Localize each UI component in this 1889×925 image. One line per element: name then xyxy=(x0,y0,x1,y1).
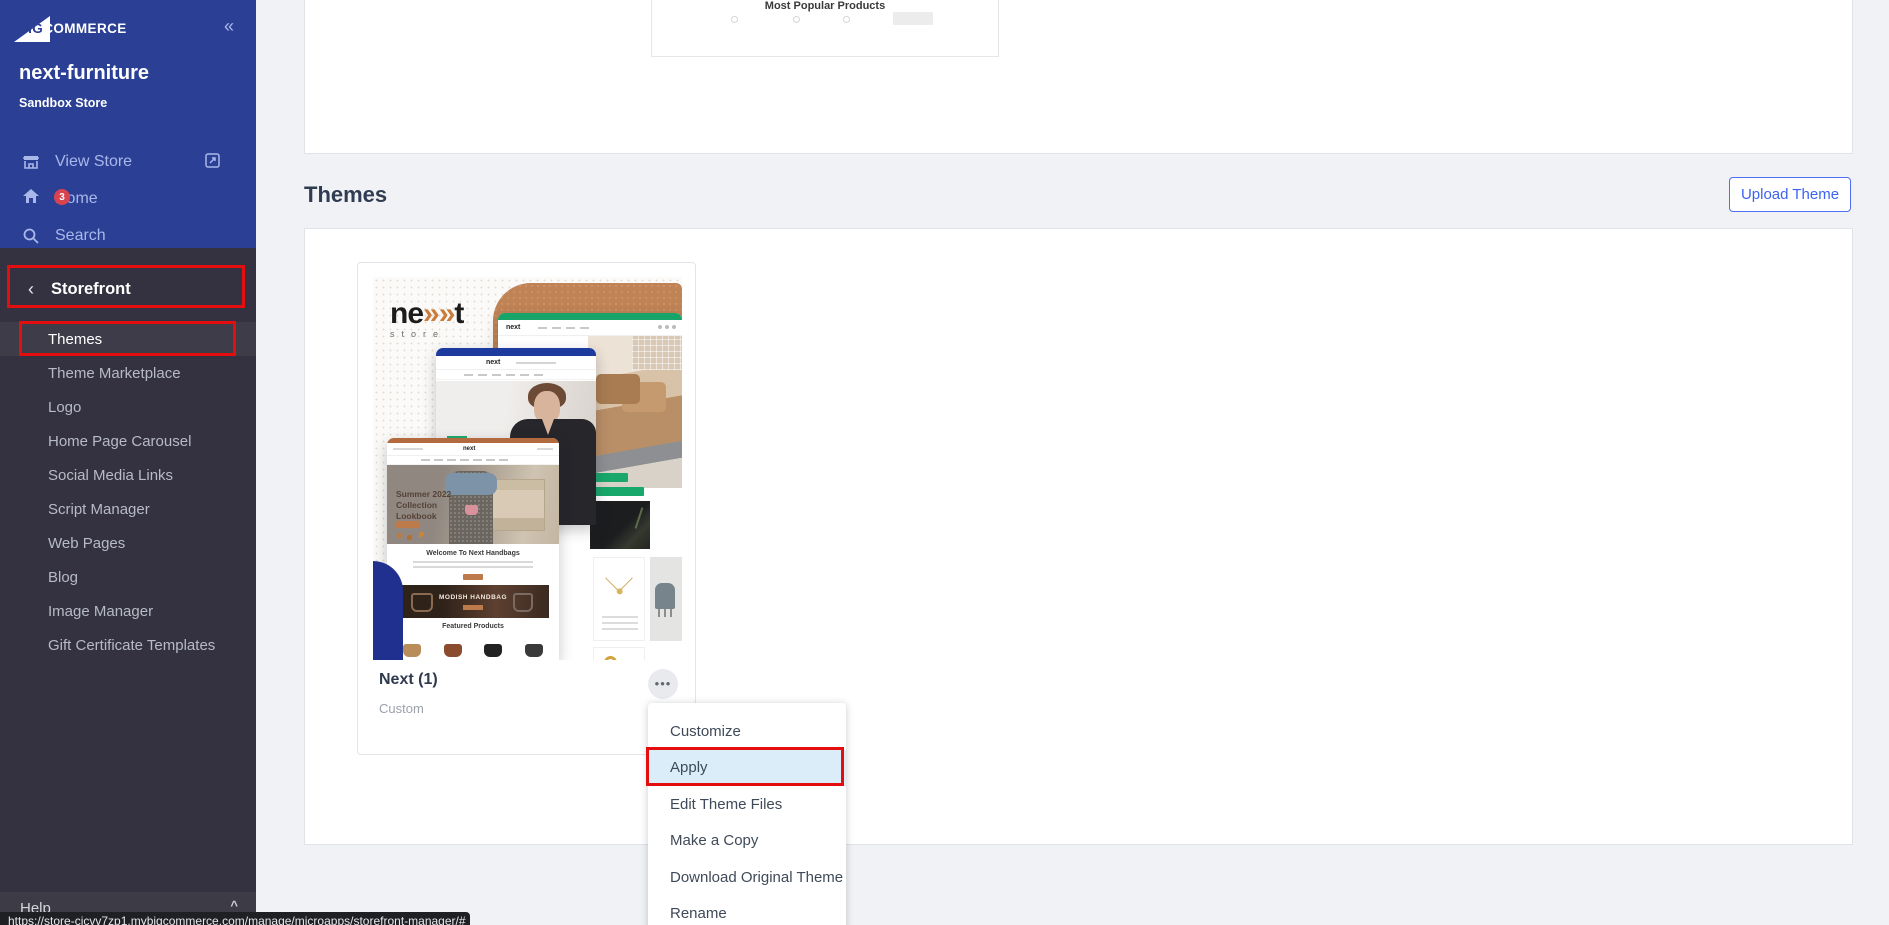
sidebar-item-themes[interactable]: Themes xyxy=(0,322,256,356)
external-link-icon[interactable] xyxy=(204,152,221,169)
most-popular-products-heading: Most Popular Products xyxy=(652,0,998,12)
theme-card-next-1[interactable]: next New Beds Collection 2022 next xyxy=(357,262,696,755)
next-store-brand-logo: ne»»t store xyxy=(390,297,480,339)
sidebar-item-home[interactable]: 3 Home xyxy=(0,180,256,217)
sidebar-item-home-page-carousel[interactable]: Home Page Carousel xyxy=(0,424,256,458)
back-chevron-icon[interactable]: ‹ xyxy=(28,279,34,300)
sidebar-item-label: View Store xyxy=(55,153,132,171)
lookbook-photo: Summer 2022 Collection Lookbook xyxy=(387,465,559,544)
home-icon xyxy=(22,187,40,205)
link-status-bar: https://store-cicvv7zp1.mybigcommerce.co… xyxy=(0,912,470,925)
sidebar-item-search[interactable]: Search xyxy=(0,217,256,254)
sidebar-item-image-manager[interactable]: Image Manager xyxy=(0,594,256,628)
featured-products-heading: Featured Products xyxy=(387,623,559,630)
menu-item-make-a-copy[interactable]: Make a Copy xyxy=(648,823,846,860)
menu-item-customize[interactable]: Customize xyxy=(648,713,846,750)
handbag-thumbnail xyxy=(525,644,543,657)
storefront-submenu: Themes Theme Marketplace Logo Home Page … xyxy=(0,322,256,662)
next-store-mini-logo: next xyxy=(463,446,475,452)
collapse-sidebar-icon[interactable]: « xyxy=(224,16,234,37)
modish-handbag-banner: MODISH HANDBAG xyxy=(397,585,549,618)
preview-window-handbags: next Summer 2022 Collection Lookbook Wel… xyxy=(387,438,559,660)
storefront-icon xyxy=(22,153,40,171)
sidebar-item-label: Search xyxy=(55,227,106,245)
bigcommerce-control-panel: BIGCOMMERCE « next-furniture Sandbox Sto… xyxy=(0,0,1889,925)
sidebar-item-social-media-links[interactable]: Social Media Links xyxy=(0,458,256,492)
sidebar-item-script-manager[interactable]: Script Manager xyxy=(0,492,256,526)
bed-photo xyxy=(588,336,682,488)
sidebar-nav: View Store 3 Home Search xyxy=(0,143,256,254)
current-theme-preview-card: Most Popular Products xyxy=(651,0,999,57)
jewelry-card-bangles xyxy=(593,647,645,660)
sidebar: BIGCOMMERCE « next-furniture Sandbox Sto… xyxy=(0,0,256,925)
storefront-section-header[interactable]: ‹ Storefront xyxy=(0,270,256,308)
welcome-heading: Welcome To Next Handbags xyxy=(387,550,559,557)
theme-options-ellipsis-button[interactable]: ••• xyxy=(648,669,678,699)
sidebar-item-view-store[interactable]: View Store xyxy=(0,143,256,180)
sidebar-item-web-pages[interactable]: Web Pages xyxy=(0,526,256,560)
theme-name: Next (1) xyxy=(379,671,438,689)
blue-background-shape xyxy=(373,561,403,660)
menu-item-rename[interactable]: Rename xyxy=(648,896,846,925)
store-name: next-furniture xyxy=(19,62,149,85)
chevron-up-icon[interactable]: ^ xyxy=(230,898,238,913)
armchair-photo xyxy=(650,557,682,641)
logo-text: BIGCOMMERCE xyxy=(18,21,127,36)
handbag-thumbnail xyxy=(403,644,421,657)
search-icon xyxy=(22,227,40,245)
menu-item-edit-theme-files[interactable]: Edit Theme Files xyxy=(648,786,846,823)
theme-preview-image: next New Beds Collection 2022 next xyxy=(373,277,682,660)
sidebar-item-theme-marketplace[interactable]: Theme Marketplace xyxy=(0,356,256,390)
themes-section-title: Themes xyxy=(304,182,387,208)
sidebar-top-section: BIGCOMMERCE « next-furniture Sandbox Sto… xyxy=(0,0,256,248)
bigcommerce-logo: BIGCOMMERCE « xyxy=(0,12,256,46)
featured-products-row xyxy=(395,636,551,660)
section-title: Storefront xyxy=(51,280,131,299)
jewelry-card-necklace xyxy=(593,557,645,641)
upload-theme-button[interactable]: Upload Theme xyxy=(1729,177,1851,212)
menu-item-download-original-theme[interactable]: Download Original Theme xyxy=(648,859,846,896)
product-thumbnails-row xyxy=(652,16,998,32)
sidebar-item-logo[interactable]: Logo xyxy=(0,390,256,424)
store-type-label: Sandbox Store xyxy=(19,96,107,110)
menu-item-apply[interactable]: Apply xyxy=(648,750,846,787)
next-store-mini-logo: next xyxy=(506,324,520,331)
status-url: https://store-cicvv7zp1.mybigcommerce.co… xyxy=(8,914,466,925)
theme-options-menu: Customize Apply Edit Theme Files Make a … xyxy=(648,703,846,925)
next-store-mini-logo: next xyxy=(486,359,500,366)
current-theme-panel: Most Popular Products xyxy=(304,0,1853,154)
sidebar-item-blog[interactable]: Blog xyxy=(0,560,256,594)
sidebar-item-gift-certificate-templates[interactable]: Gift Certificate Templates xyxy=(0,628,256,662)
theme-type-label: Custom xyxy=(379,701,424,716)
handbag-thumbnail xyxy=(444,644,462,657)
summer-collection-heading: Summer 2022 Collection Lookbook xyxy=(396,489,474,522)
dark-decor-photo xyxy=(590,501,650,549)
handbag-thumbnail xyxy=(484,644,502,657)
home-notification-badge: 3 xyxy=(54,189,70,205)
